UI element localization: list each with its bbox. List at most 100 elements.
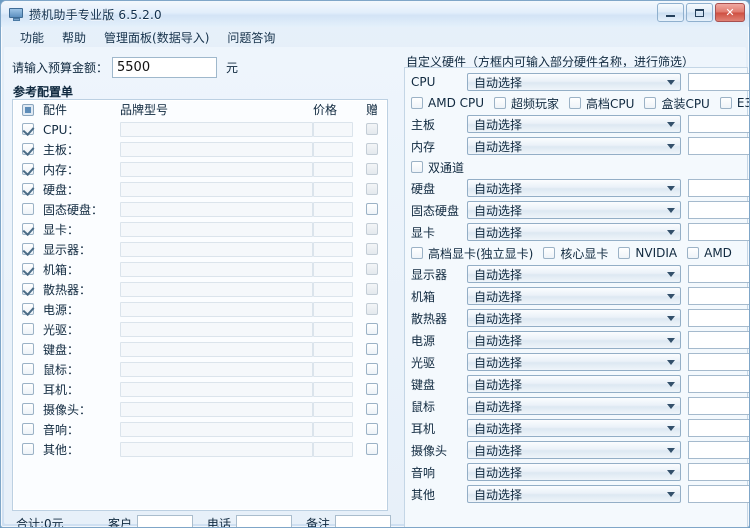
model-cell[interactable] (120, 441, 313, 457)
gift-checkbox[interactable] (366, 303, 378, 315)
customer-name-input[interactable] (137, 515, 194, 527)
price-input[interactable] (313, 281, 353, 297)
model-input[interactable] (120, 161, 313, 177)
price-cell[interactable] (313, 261, 357, 277)
close-button[interactable]: ✕ (715, 3, 745, 22)
row-select-checkbox[interactable] (22, 343, 34, 355)
model-input[interactable] (120, 321, 313, 337)
hardware-select[interactable]: 自动选择 (467, 485, 681, 503)
row-select-cell[interactable] (13, 443, 43, 455)
gift-cell[interactable] (357, 343, 387, 355)
gift-checkbox[interactable] (366, 183, 378, 195)
model-input[interactable] (120, 401, 313, 417)
price-input[interactable] (313, 241, 353, 257)
model-input[interactable] (120, 121, 313, 137)
price-cell[interactable] (313, 141, 357, 157)
row-select-checkbox[interactable] (22, 383, 34, 395)
option-checkbox[interactable] (618, 247, 631, 259)
maximize-button[interactable] (686, 3, 713, 22)
gift-cell[interactable] (357, 123, 387, 135)
model-input[interactable] (120, 421, 313, 437)
price-cell[interactable] (313, 381, 357, 397)
model-cell[interactable] (120, 361, 313, 377)
gift-checkbox[interactable] (366, 383, 378, 395)
menu-item-functions[interactable]: 功能 (11, 27, 53, 48)
row-select-checkbox[interactable] (22, 143, 34, 155)
price-cell[interactable] (313, 301, 357, 317)
model-input[interactable] (120, 361, 313, 377)
minimize-button[interactable] (657, 3, 684, 22)
model-cell[interactable] (120, 281, 313, 297)
option-gpu_options-1[interactable]: 核心显卡 (543, 245, 608, 262)
gift-cell[interactable] (357, 223, 387, 235)
price-input[interactable] (313, 341, 353, 357)
row-select-cell[interactable] (13, 383, 43, 395)
price-cell[interactable] (313, 441, 357, 457)
gift-cell[interactable] (357, 403, 387, 415)
menu-item-faq[interactable]: 问题答询 (218, 27, 284, 48)
option-cpu_options-3[interactable]: 盒装CPU (644, 95, 710, 112)
hardware-filter-input[interactable] (688, 397, 749, 415)
model-cell[interactable] (120, 121, 313, 137)
row-select-checkbox[interactable] (22, 243, 34, 255)
gift-cell[interactable] (357, 243, 387, 255)
price-input[interactable] (313, 301, 353, 317)
price-input[interactable] (313, 321, 353, 337)
hardware-select[interactable]: 自动选择 (467, 73, 681, 91)
model-input[interactable] (120, 261, 313, 277)
price-input[interactable] (313, 421, 353, 437)
hardware-filter-input[interactable] (688, 115, 749, 133)
row-select-checkbox[interactable] (22, 443, 34, 455)
model-cell[interactable] (120, 221, 313, 237)
hardware-filter-input[interactable] (688, 463, 749, 481)
price-cell[interactable] (313, 401, 357, 417)
option-checkbox[interactable] (494, 97, 507, 109)
hardware-select[interactable]: 自动选择 (467, 287, 681, 305)
select-all-checkbox[interactable] (22, 103, 34, 116)
row-select-cell[interactable] (13, 163, 43, 175)
gift-cell[interactable] (357, 443, 387, 455)
model-cell[interactable] (120, 381, 313, 397)
option-checkbox[interactable] (644, 97, 657, 109)
hardware-select[interactable]: 自动选择 (467, 441, 681, 459)
gift-checkbox[interactable] (366, 363, 378, 375)
row-select-cell[interactable] (13, 263, 43, 275)
model-cell[interactable] (120, 141, 313, 157)
price-cell[interactable] (313, 321, 357, 337)
gift-checkbox[interactable] (366, 143, 378, 155)
gift-cell[interactable] (357, 283, 387, 295)
row-select-cell[interactable] (13, 363, 43, 375)
gift-checkbox[interactable] (366, 123, 378, 135)
hardware-select[interactable]: 自动选择 (467, 179, 681, 197)
row-select-checkbox[interactable] (22, 363, 34, 375)
model-input[interactable] (120, 201, 313, 217)
option-cpu_options-0[interactable]: AMD CPU (411, 96, 484, 110)
model-cell[interactable] (120, 421, 313, 437)
row-select-checkbox[interactable] (22, 323, 34, 335)
hardware-filter-input[interactable] (688, 265, 749, 283)
row-select-checkbox[interactable] (22, 423, 34, 435)
row-select-checkbox[interactable] (22, 263, 34, 275)
price-input[interactable] (313, 381, 353, 397)
gift-cell[interactable] (357, 363, 387, 375)
model-input[interactable] (120, 141, 313, 157)
price-cell[interactable] (313, 241, 357, 257)
price-input[interactable] (313, 221, 353, 237)
row-select-cell[interactable] (13, 143, 43, 155)
row-select-checkbox[interactable] (22, 223, 34, 235)
gift-checkbox[interactable] (366, 323, 378, 335)
model-cell[interactable] (120, 261, 313, 277)
hardware-filter-input[interactable] (688, 223, 749, 241)
price-input[interactable] (313, 201, 353, 217)
price-input[interactable] (313, 181, 353, 197)
row-select-checkbox[interactable] (22, 123, 34, 135)
row-select-checkbox[interactable] (22, 183, 34, 195)
row-select-cell[interactable] (13, 403, 43, 415)
model-cell[interactable] (120, 181, 313, 197)
model-cell[interactable] (120, 321, 313, 337)
gift-checkbox[interactable] (366, 403, 378, 415)
hardware-select[interactable]: 自动选择 (467, 223, 681, 241)
hardware-select[interactable]: 自动选择 (467, 397, 681, 415)
row-select-cell[interactable] (13, 343, 43, 355)
gift-cell[interactable] (357, 203, 387, 215)
